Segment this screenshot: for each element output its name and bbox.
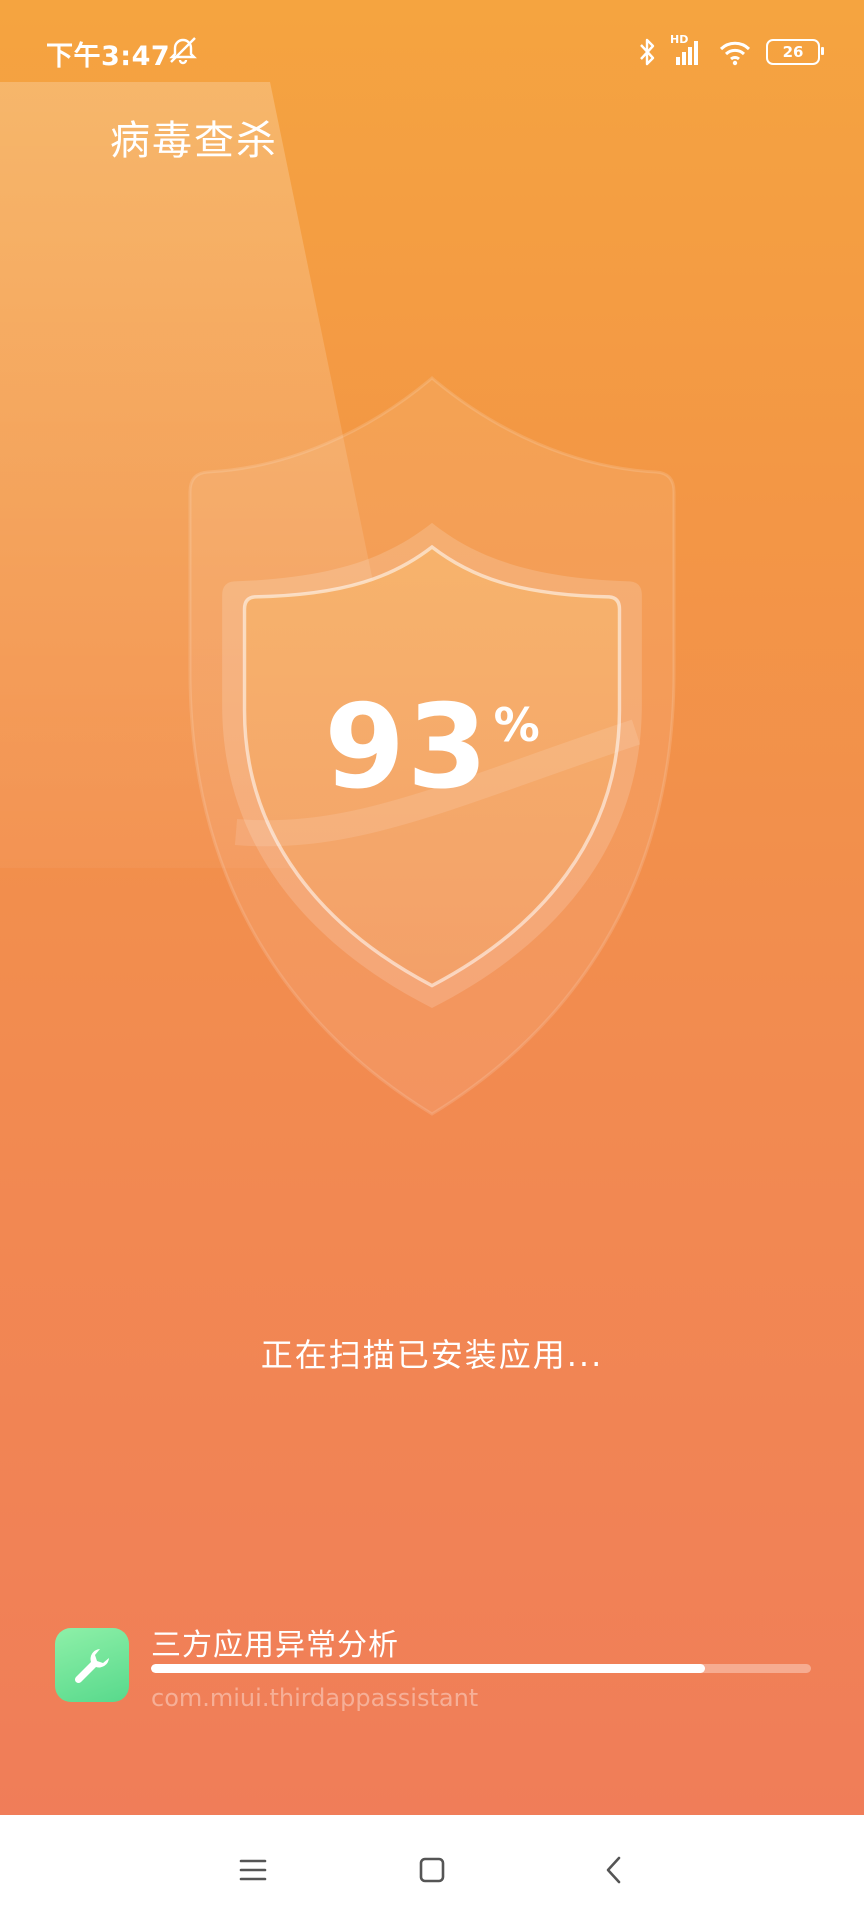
percent-value: 93 — [324, 680, 490, 815]
status-bar: 下午3:47 HD 26 — [0, 0, 864, 104]
scan-status-text: 正在扫描已安装应用... — [260, 1336, 604, 1374]
shield-graphic: 93% — [96, 372, 768, 1132]
scan-percentage: 93% — [96, 690, 768, 806]
navigation-bar — [0, 1815, 864, 1920]
page-title: 病毒查杀 — [110, 118, 278, 164]
battery-level: 26 — [782, 43, 804, 61]
battery-icon: 26 — [766, 39, 824, 65]
task-package-name: com.miui.thirdappassistant — [151, 1684, 479, 1712]
task-progress-fill — [151, 1664, 706, 1673]
task-progress-bar — [151, 1664, 811, 1673]
status-time: 下午3:47 — [46, 41, 171, 72]
alarm-off-icon — [168, 35, 198, 69]
task-name: 三方应用异常分析 — [151, 1628, 399, 1663]
status-icons: HD 26 — [638, 33, 824, 70]
scan-screen: 下午3:47 HD 26 病毒查杀 93% 正在扫描已安装应用... 三方应用异… — [0, 0, 864, 1815]
percent-symbol: % — [493, 698, 540, 752]
signal-icon: HD — [670, 33, 704, 67]
home-icon[interactable] — [407, 1845, 457, 1895]
bluetooth-icon — [638, 37, 656, 67]
back-icon[interactable] — [589, 1845, 639, 1895]
wifi-icon — [718, 37, 752, 67]
wrench-icon — [55, 1628, 129, 1702]
network-label: HD — [670, 33, 689, 46]
current-task: 三方应用异常分析 com.miui.thirdappassistant — [55, 1620, 811, 1720]
menu-icon[interactable] — [228, 1845, 278, 1895]
